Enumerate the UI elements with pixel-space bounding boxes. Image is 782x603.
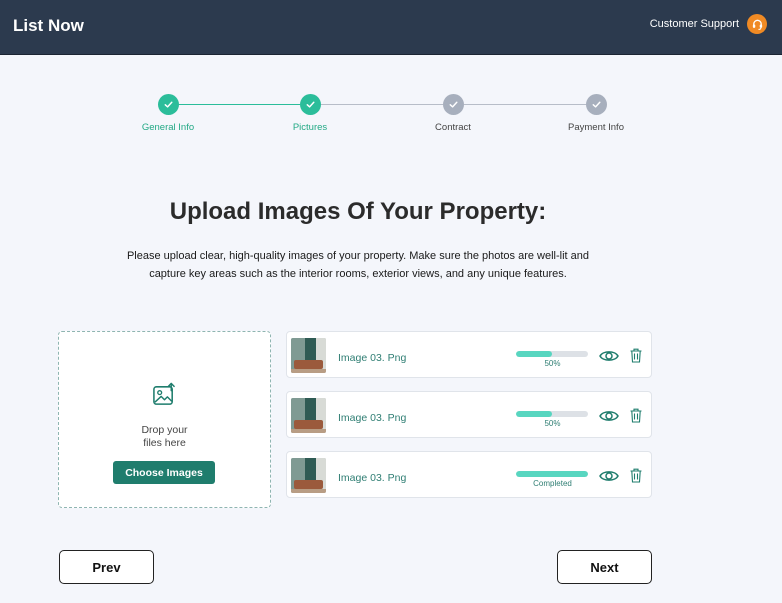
eye-icon[interactable] [599,349,619,368]
progress-fill [516,351,552,357]
upload-progress: 50% [516,351,589,368]
customer-support-link[interactable]: Customer Support [650,14,767,34]
progress-fill [516,411,552,417]
file-thumbnail [291,338,326,373]
headset-icon [747,14,767,34]
progress-label: 50% [544,359,561,368]
eye-icon[interactable] [599,409,619,428]
description-line: Please upload clear, high-quality images… [126,250,590,262]
step-general-info[interactable]: General Info [108,94,228,133]
eye-icon[interactable] [599,469,619,488]
progress-track [516,411,588,417]
file-thumbnail [291,398,326,433]
step-contract[interactable]: Contract [393,94,513,133]
progress-stepper: General Info Pictures Contract Payment I… [0,94,782,144]
check-icon [157,94,179,115]
check-icon [585,94,607,115]
file-name: Image 03. Png [338,352,407,364]
upload-progress: Completed [516,471,589,488]
dropzone-hint: Drop your files here [59,424,270,449]
choose-images-button[interactable]: Choose Images [113,461,215,484]
step-label: Payment Info [568,122,624,133]
progress-fill [516,471,588,477]
file-dropzone[interactable]: Drop your files here Choose Images [58,331,271,508]
progress-label: 50% [544,419,561,428]
dropzone-hint-line: Drop your [141,424,188,436]
file-name: Image 03. Png [338,472,407,484]
top-header: List Now Customer Support [0,0,782,55]
file-thumbnail [291,458,326,493]
progress-track [516,471,588,477]
step-label: General Info [141,122,195,133]
file-name: Image 03. Png [338,412,407,424]
progress-track [516,351,588,357]
uploaded-file-row: Image 03. Png Completed [286,451,652,498]
step-label: Contract [435,122,471,133]
page-title: Upload Images Of Your Property: [169,198,547,225]
check-icon [299,94,321,115]
trash-icon[interactable] [630,408,642,428]
check-icon [442,94,464,115]
step-label: Pictures [292,122,328,133]
progress-label: Completed [533,479,572,488]
brand-title[interactable]: List Now [13,16,84,36]
next-button[interactable]: Next [557,550,652,584]
prev-button[interactable]: Prev [59,550,154,584]
step-payment-info[interactable]: Payment Info [536,94,656,133]
dropzone-hint-line: files here [143,436,186,449]
trash-icon[interactable] [630,468,642,488]
description-line: capture key areas such as the interior r… [149,267,567,280]
upload-progress: 50% [516,411,589,428]
trash-icon[interactable] [630,348,642,368]
image-upload-icon [152,382,177,412]
customer-support-label: Customer Support [649,18,739,30]
page-description: Please upload clear, high-quality images… [116,248,600,283]
uploaded-file-row: Image 03. Png 50% [286,331,652,378]
step-pictures[interactable]: Pictures [250,94,370,133]
uploaded-file-row: Image 03. Png 50% [286,391,652,438]
